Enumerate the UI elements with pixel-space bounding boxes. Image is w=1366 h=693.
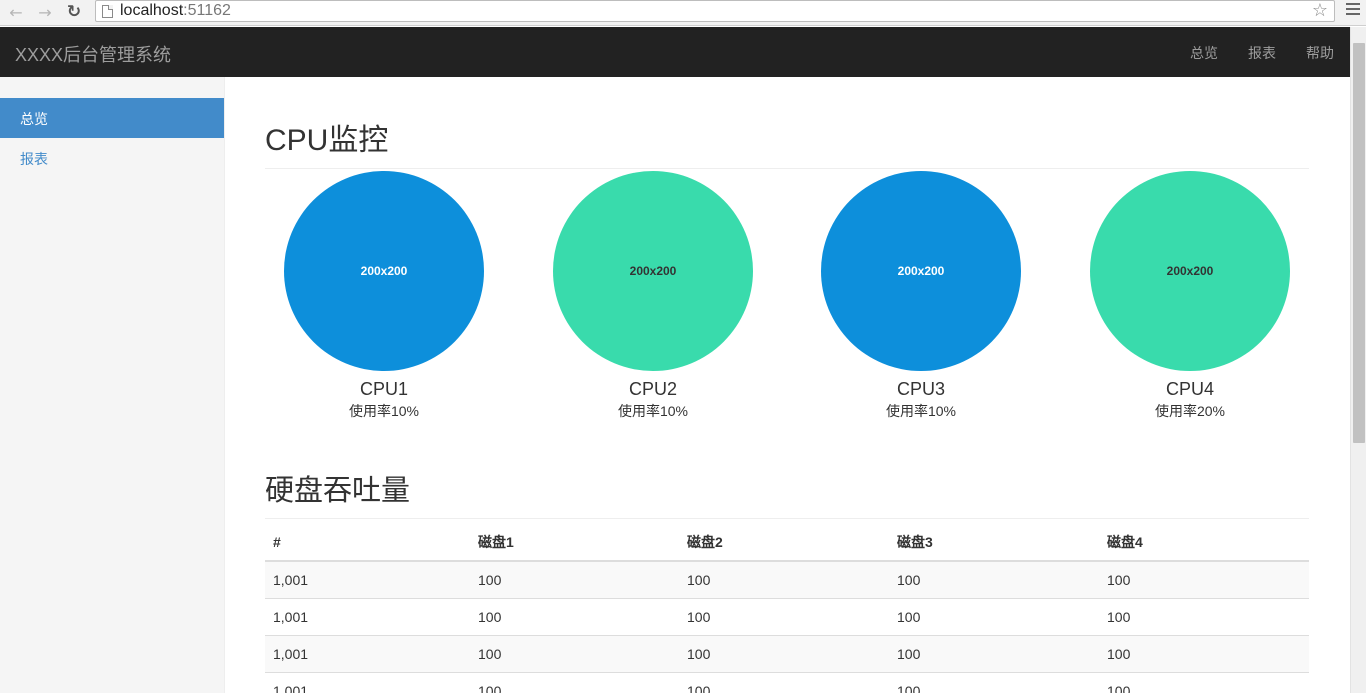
nav-link-overview[interactable]: 总览 [1190,43,1218,63]
column-header: 磁盘4 [1099,524,1309,562]
table-cell: 1,001 [265,634,470,672]
hamburger-menu-icon[interactable] [1346,3,1360,17]
forward-arrow-icon[interactable]: → [33,1,57,23]
table-cell: 100 [1099,634,1309,672]
url-text: localhost:51162 [120,2,231,19]
sidebar: 总览 报表 [0,77,225,693]
table-cell: 100 [889,634,1099,672]
column-header: # [265,524,470,562]
cpu-name: CPU4 [1165,379,1214,399]
sidebar-item-reports[interactable]: 报表 [0,138,224,178]
table-cell: 100 [889,560,1099,598]
column-header: 磁盘3 [889,524,1099,562]
page-icon [102,5,113,18]
cpu-name: CPU1 [359,379,408,399]
cpu-placeholder-image: 200x200 [553,171,753,371]
address-bar[interactable]: localhost:51162 ☆ [95,0,1335,22]
nav-links: 总览 报表 帮助 [1190,43,1334,63]
table-cell: 100 [1099,597,1309,635]
scrollbar-thumb[interactable] [1353,43,1365,443]
back-arrow-icon[interactable]: ← [4,1,28,23]
table-cell: 100 [679,671,889,693]
cpu-name: CPU2 [628,379,677,399]
table-cell: 100 [679,634,889,672]
table-cell: 1,001 [265,560,470,598]
cpu-placeholder-image: 200x200 [284,171,484,371]
cpu-card: 200x200 CPU2 使用率10% [543,171,763,421]
cpu-card: 200x200 CPU3 使用率10% [811,171,1031,421]
cpu-usage: 使用率10% [617,403,689,419]
nav-link-help[interactable]: 帮助 [1306,43,1334,63]
cpu-card: 200x200 CPU4 使用率20% [1080,171,1300,421]
column-header: 磁盘1 [470,524,679,562]
cpu-placeholder-image: 200x200 [821,171,1021,371]
table-cell: 1,001 [265,597,470,635]
column-header: 磁盘2 [679,524,889,562]
table-cell: 100 [1099,560,1309,598]
table-row: 1,001 100 100 100 100 [265,597,1309,635]
sidebar-item-overview[interactable]: 总览 [0,98,224,138]
browser-toolbar: ← → ↻ localhost:51162 ☆ [0,0,1366,26]
cpu-usage: 使用率10% [885,403,957,419]
reload-icon[interactable]: ↻ [62,1,86,23]
disk-section-title: 硬盘吞吐量 [265,467,1309,519]
table-row: 1,001 100 100 100 100 [265,560,1309,598]
table-row: 1,001 100 100 100 100 [265,671,1309,693]
table-cell: 100 [1099,671,1309,693]
page-scrollbar[interactable] [1350,27,1366,693]
table-cell: 1,001 [265,671,470,693]
table-cell: 100 [470,597,679,635]
table-cell: 100 [470,671,679,693]
table-cell: 100 [889,597,1099,635]
brand-title[interactable]: XXXX后台管理系统 [15,41,171,67]
table-header-row: # 磁盘1 磁盘2 磁盘3 磁盘4 [265,524,1309,562]
cpu-usage: 使用率20% [1154,403,1226,419]
star-icon[interactable]: ☆ [1312,0,1328,21]
table-cell: 100 [679,560,889,598]
top-navbar: XXXX后台管理系统 总览 报表 帮助 [0,27,1350,77]
table-row: 1,001 100 100 100 100 [265,634,1309,672]
table-cell: 100 [470,634,679,672]
cpu-name: CPU3 [896,379,945,399]
disk-throughput-table: # 磁盘1 磁盘2 磁盘3 磁盘4 1,001 100 100 100 100 … [265,524,1309,693]
table-cell: 100 [470,560,679,598]
cpu-card: 200x200 CPU1 使用率10% [274,171,494,421]
cpu-placeholder-image: 200x200 [1090,171,1290,371]
cpu-usage: 使用率10% [348,403,420,419]
table-cell: 100 [679,597,889,635]
nav-link-reports[interactable]: 报表 [1248,43,1276,63]
cpu-section-title: CPU监控 [265,115,1309,169]
table-cell: 100 [889,671,1099,693]
